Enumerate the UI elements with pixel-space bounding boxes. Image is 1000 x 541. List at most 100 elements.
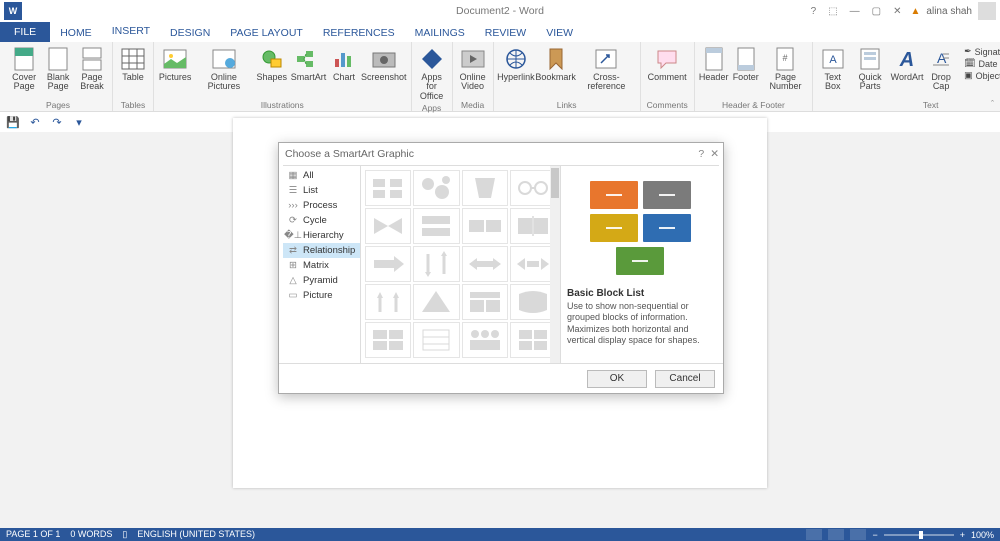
shapes-button[interactable]: Shapes xyxy=(255,44,288,100)
maximize-icon[interactable]: ▢ xyxy=(869,6,884,17)
apps-button[interactable]: Apps for Office xyxy=(416,44,448,103)
save-icon[interactable]: 💾 xyxy=(6,115,20,129)
avatar[interactable] xyxy=(978,2,996,20)
gallery-item[interactable] xyxy=(413,322,459,358)
header-button[interactable]: Header xyxy=(699,44,729,100)
status-words[interactable]: 0 WORDS xyxy=(70,529,112,540)
footer-button[interactable]: Footer xyxy=(731,44,761,100)
view-read-icon[interactable] xyxy=(806,529,822,540)
status-language[interactable]: ENGLISH (UNITED STATES) xyxy=(137,529,255,540)
gallery-item[interactable] xyxy=(462,208,508,244)
gallery-item[interactable] xyxy=(413,170,459,206)
cat-picture[interactable]: ▭Picture xyxy=(283,288,360,303)
gallery-item[interactable] xyxy=(365,170,411,206)
preview-block xyxy=(643,181,691,209)
tab-design[interactable]: DESIGN xyxy=(160,24,220,42)
proofing-icon[interactable]: ▯ xyxy=(122,529,127,540)
hyperlink-button[interactable]: Hyperlink xyxy=(498,44,535,100)
tab-home[interactable]: HOME xyxy=(50,24,102,42)
crossref-button[interactable]: Cross-reference xyxy=(577,44,636,100)
gallery-item[interactable] xyxy=(365,208,411,244)
online-pictures-button[interactable]: Online Pictures xyxy=(194,44,253,100)
tab-mailings[interactable]: MAILINGS xyxy=(405,24,475,42)
smartart-button[interactable]: SmartArt xyxy=(290,44,327,100)
pagenumber-button[interactable]: #Page Number xyxy=(763,44,809,100)
smartart-dialog: Choose a SmartArt Graphic ? ✕ ▦All ☰List… xyxy=(278,142,724,394)
dialog-help-icon[interactable]: ? xyxy=(698,148,704,160)
footer-icon xyxy=(733,46,759,72)
svg-text:#: # xyxy=(783,53,788,63)
pictures-button[interactable]: Pictures xyxy=(158,44,192,100)
status-page[interactable]: PAGE 1 OF 1 xyxy=(6,529,60,540)
help-icon[interactable]: ? xyxy=(808,6,820,17)
zoom-in-icon[interactable]: + xyxy=(960,530,965,540)
hyperlink-icon xyxy=(503,46,529,72)
bookmark-button[interactable]: Bookmark xyxy=(536,44,575,100)
gallery-item[interactable] xyxy=(413,208,459,244)
gallery-item[interactable] xyxy=(365,246,411,282)
document-title: Document2 - Word xyxy=(456,5,544,17)
cat-hierarchy[interactable]: �⊥Hierarchy xyxy=(283,228,360,243)
gallery-scrollbar[interactable] xyxy=(550,166,560,363)
tab-insert[interactable]: INSERT xyxy=(102,22,160,42)
cat-relationship[interactable]: ⇄Relationship xyxy=(283,243,360,258)
dialog-close-icon[interactable]: ✕ xyxy=(710,148,719,160)
zoom-slider[interactable] xyxy=(884,534,954,536)
object-button[interactable]: ▣Object ▾ xyxy=(964,70,1000,81)
cat-all[interactable]: ▦All xyxy=(283,168,360,183)
signature-line-button[interactable]: ✒Signature Line ▾ xyxy=(964,46,1000,57)
cat-cycle[interactable]: ⟳Cycle xyxy=(283,213,360,228)
table-button[interactable]: Table xyxy=(117,44,149,100)
close-icon[interactable]: ✕ xyxy=(890,6,904,17)
dropcap-button[interactable]: ADrop Cap xyxy=(924,44,958,100)
chart-button[interactable]: Chart xyxy=(329,44,359,100)
cat-process[interactable]: ›››Process xyxy=(283,198,360,213)
tab-review[interactable]: REVIEW xyxy=(475,24,536,42)
gallery-item[interactable] xyxy=(365,322,411,358)
ribbon: Cover Page Blank Page Page Break Pages T… xyxy=(0,42,1000,112)
view-print-icon[interactable] xyxy=(828,529,844,540)
cover-page-button[interactable]: Cover Page xyxy=(8,44,40,100)
ok-button[interactable]: OK xyxy=(587,370,647,388)
comment-button[interactable]: Comment xyxy=(645,44,690,100)
redo-icon[interactable]: ↷ xyxy=(50,115,64,129)
user-name[interactable]: alina shah xyxy=(926,6,972,17)
object-icon: ▣ xyxy=(964,70,973,81)
zoom-out-icon[interactable]: − xyxy=(872,530,877,540)
minimize-icon[interactable]: — xyxy=(847,6,863,17)
gallery-item[interactable] xyxy=(413,246,459,282)
undo-icon[interactable]: ↶ xyxy=(28,115,42,129)
gallery-item[interactable] xyxy=(462,170,508,206)
collapse-ribbon-icon[interactable]: ˆ xyxy=(991,99,994,109)
screenshot-button[interactable]: Screenshot xyxy=(361,44,407,100)
gallery-item[interactable] xyxy=(365,284,411,320)
quickparts-button[interactable]: Quick Parts xyxy=(850,44,890,100)
gallery-item[interactable] xyxy=(462,322,508,358)
qat-customize-icon[interactable]: ▾ xyxy=(72,115,86,129)
gallery-item[interactable] xyxy=(462,246,508,282)
blank-page-button[interactable]: Blank Page xyxy=(42,44,74,100)
apps-icon xyxy=(419,46,445,72)
tab-references[interactable]: REFERENCES xyxy=(313,24,405,42)
online-video-button[interactable]: Online Video xyxy=(457,44,489,100)
datetime-button[interactable]: 🗓Date & Time xyxy=(964,58,1000,69)
gallery-item[interactable] xyxy=(462,284,508,320)
view-web-icon[interactable] xyxy=(850,529,866,540)
gallery-item[interactable] xyxy=(413,284,459,320)
tab-view[interactable]: VIEW xyxy=(536,24,583,42)
zoom-level[interactable]: 100% xyxy=(971,530,994,540)
cat-matrix[interactable]: ⊞Matrix xyxy=(283,258,360,273)
tab-pagelayout[interactable]: PAGE LAYOUT xyxy=(220,24,313,42)
cancel-button[interactable]: Cancel xyxy=(655,370,715,388)
category-list: ▦All ☰List ›››Process ⟳Cycle �⊥Hierarchy… xyxy=(283,166,361,363)
wordart-button[interactable]: AWordArt xyxy=(892,44,922,100)
cat-list[interactable]: ☰List xyxy=(283,183,360,198)
dialog-titlebar[interactable]: Choose a SmartArt Graphic ? ✕ xyxy=(279,143,723,165)
ribbon-options-icon[interactable]: ⬚ xyxy=(825,6,840,17)
page-break-button[interactable]: Page Break xyxy=(76,44,108,100)
tab-file[interactable]: FILE xyxy=(0,22,50,42)
dropcap-icon: A xyxy=(928,46,954,72)
textbox-button[interactable]: AText Box xyxy=(817,44,848,100)
quickparts-icon xyxy=(857,46,883,72)
cat-pyramid[interactable]: △Pyramid xyxy=(283,273,360,288)
